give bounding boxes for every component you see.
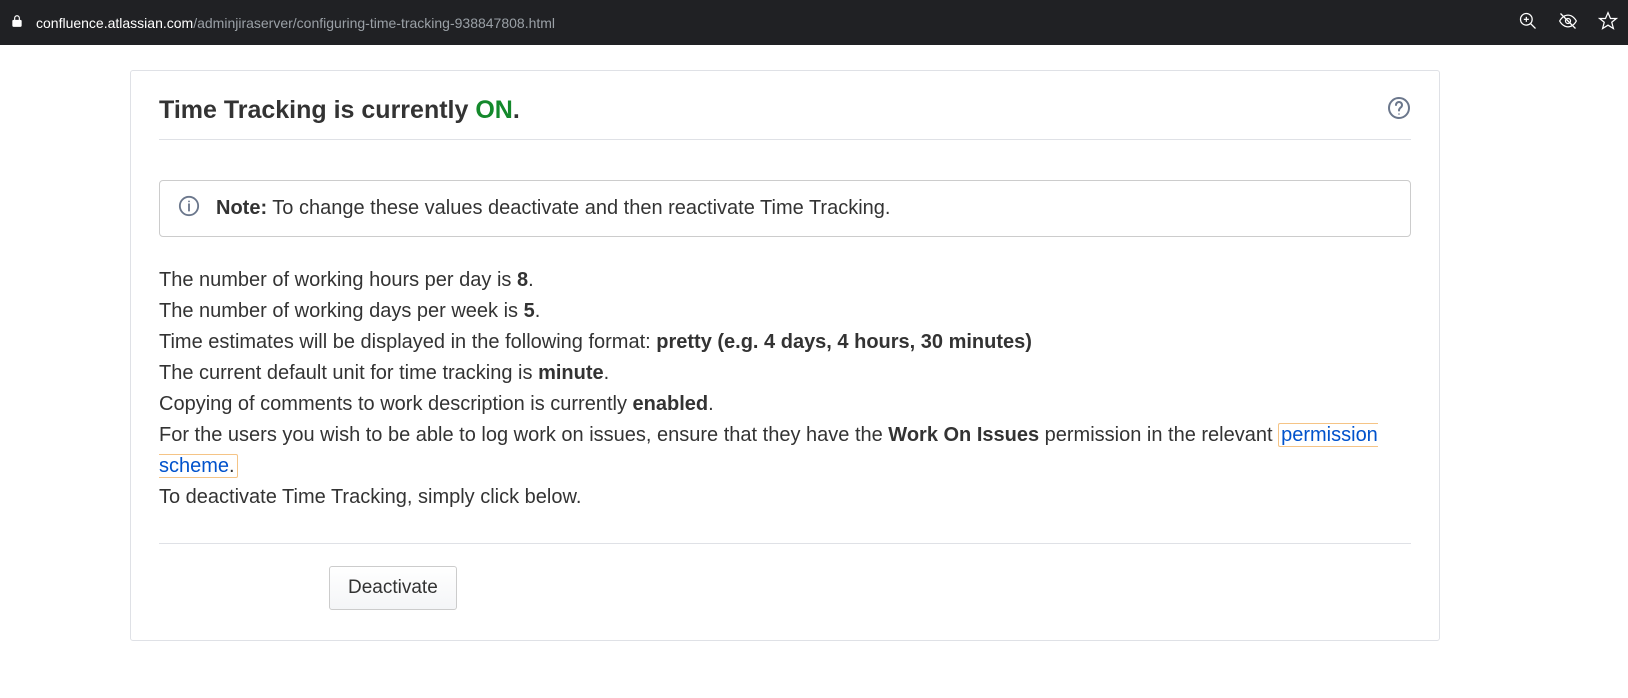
status-on: ON <box>475 96 513 124</box>
zoom-icon[interactable] <box>1518 11 1538 34</box>
page-title: Time Tracking is currently ON. <box>159 96 520 125</box>
deactivate-instruction: To deactivate Time Tracking, simply clic… <box>159 482 1411 513</box>
permission-paragraph: For the users you wish to be able to log… <box>159 420 1411 482</box>
browser-address-bar: confluence.atlassian.com/adminjiraserver… <box>0 0 1628 45</box>
url-text[interactable]: confluence.atlassian.com/adminjiraserver… <box>36 15 1518 31</box>
note-box: Note: To change these values deactivate … <box>159 180 1411 237</box>
deactivate-button[interactable]: Deactivate <box>329 566 457 610</box>
help-icon[interactable] <box>1387 96 1411 125</box>
note-text: Note: To change these values deactivate … <box>216 197 890 220</box>
star-icon[interactable] <box>1598 11 1618 34</box>
info-icon <box>178 195 200 222</box>
time-tracking-panel: Time Tracking is currently ON. Note: To … <box>130 70 1440 641</box>
settings-summary: The number of working hours per day is 8… <box>159 265 1411 513</box>
incognito-off-icon[interactable] <box>1558 11 1578 34</box>
lock-icon <box>10 14 24 31</box>
